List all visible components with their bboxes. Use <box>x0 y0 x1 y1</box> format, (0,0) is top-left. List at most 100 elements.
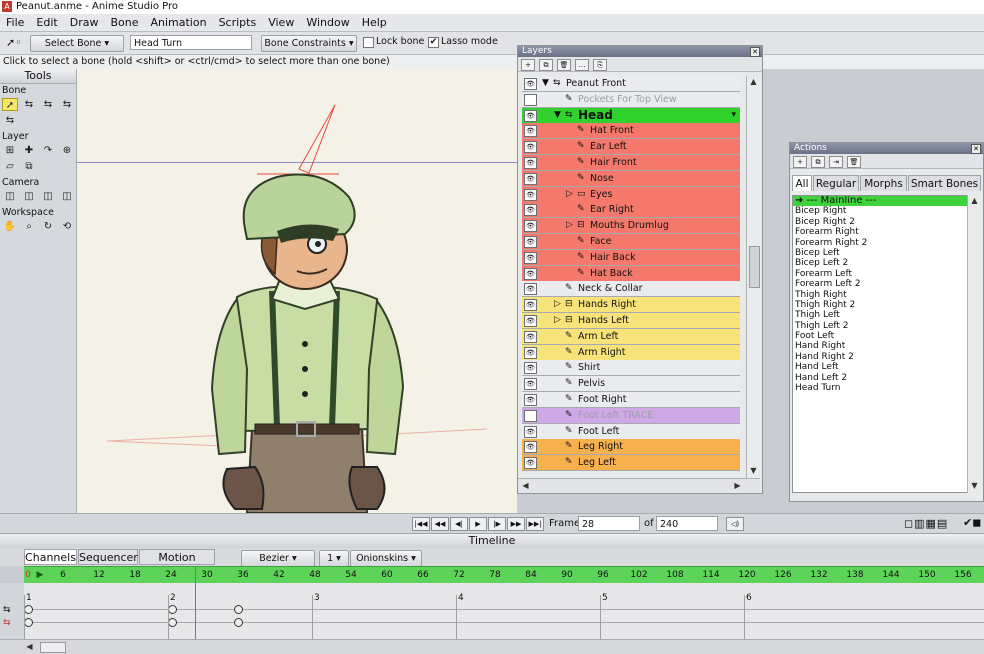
total-frames-field[interactable]: 240 <box>656 516 718 531</box>
eye-visibility-icon[interactable]: 👁 <box>524 236 537 248</box>
layer-row[interactable]: 👁 ✎ Leg Right <box>522 439 740 456</box>
rotate-workspace-icon[interactable]: ↻ <box>40 220 56 233</box>
eye-visibility-icon[interactable]: 👁 <box>524 330 537 343</box>
current-frame-marker[interactable] <box>195 566 196 639</box>
action-item[interactable]: Forearm Left 2 <box>793 279 967 289</box>
timeline-hscrollbar[interactable]: ◀ <box>0 639 984 654</box>
scroll-down-icon[interactable]: ▼ <box>748 465 759 476</box>
mode-select-dropdown[interactable]: Select Bone ▾ <box>30 35 124 52</box>
switch-layer-icon[interactable]: ⊕ <box>59 144 75 157</box>
scroll-up-icon[interactable]: ▲ <box>748 76 759 87</box>
new-layer-icon[interactable]: + <box>521 59 535 71</box>
duplicate-action-icon[interactable]: ⧉ <box>811 156 825 168</box>
keyframe[interactable] <box>234 618 243 627</box>
expand-arrow-icon[interactable]: ▷ <box>554 297 561 312</box>
eye-visibility-icon[interactable]: 👁 <box>524 315 537 327</box>
menu-scripts[interactable]: Scripts <box>213 14 263 31</box>
keyframe[interactable] <box>24 618 33 627</box>
zoom-icon[interactable]: ⌕ <box>21 220 37 233</box>
expand-arrow-icon[interactable]: ▷ <box>566 187 573 202</box>
eye-visibility-icon[interactable]: 👁 <box>524 394 537 406</box>
layer-row[interactable]: ✎ Pockets For Top View <box>522 91 740 108</box>
volume-icon[interactable]: ◁) <box>726 517 744 531</box>
scroll-left-icon[interactable]: ◀ <box>520 480 531 491</box>
interp-count-dropdown[interactable]: 1 ▾ <box>319 550 349 567</box>
menu-window[interactable]: Window <box>300 14 355 31</box>
eye-visibility-icon[interactable]: 👁 <box>524 109 537 122</box>
action-item[interactable]: Hand Left <box>793 362 967 372</box>
action-item[interactable]: Thigh Left <box>793 310 967 320</box>
eye-visibility-icon[interactable]: 👁 <box>524 141 537 154</box>
layer-row[interactable]: 👁 ✎ Hat Front <box>522 123 740 140</box>
keyframe[interactable] <box>24 605 33 614</box>
zoom-camera-icon[interactable]: ◫ <box>21 190 37 203</box>
shear-layer-icon[interactable]: ▱ <box>2 160 18 173</box>
tab-channels[interactable]: Channels <box>24 549 77 565</box>
layer-row[interactable]: 👁 ▼ ⇆ Peanut Front <box>522 76 740 92</box>
eye-visibility-icon[interactable]: 👁 <box>524 362 537 375</box>
eye-visibility-icon[interactable]: 👁 <box>524 378 537 391</box>
roll-camera-icon[interactable]: ◫ <box>40 190 56 203</box>
fast-forward-icon[interactable]: ▶▶| <box>526 517 544 531</box>
layers-hscrollbar[interactable]: ◀ ▶ <box>518 478 760 492</box>
keyframe[interactable] <box>234 605 243 614</box>
transform-layer-icon[interactable]: ⊞ <box>2 144 18 157</box>
set-origin-icon[interactable]: ✚ <box>21 144 37 157</box>
tab-morphs[interactable]: Morphs <box>860 175 907 191</box>
layer-row[interactable]: 👁 ✎ Hair Back <box>522 249 740 266</box>
reparent-bone-icon[interactable]: ⇆ <box>59 98 75 111</box>
action-item[interactable]: Bicep Left 2 <box>793 258 967 268</box>
eye-visibility-icon[interactable] <box>524 409 537 422</box>
layer-row[interactable]: 👁 ▷ ▭ Eyes <box>522 186 740 203</box>
action-item[interactable]: Thigh Left 2 <box>793 321 967 331</box>
scroll-left-icon[interactable]: ◀ <box>24 641 35 652</box>
new-action-icon[interactable]: + <box>793 156 807 168</box>
action-item[interactable]: Bicep Left <box>793 248 967 258</box>
rewind-icon[interactable]: |◀◀ <box>412 517 430 531</box>
lasso-mode-checkbox[interactable]: ✔ <box>428 37 439 48</box>
layer-row[interactable]: 👁 ▷ ⊟ Hands Right <box>522 297 740 314</box>
eye-visibility-icon[interactable]: 👁 <box>524 346 537 359</box>
scroll-thumb[interactable] <box>40 642 66 653</box>
step-back-icon[interactable]: ◀| <box>450 517 468 531</box>
layer-row[interactable]: 👁 ✎ Arm Left <box>522 328 740 345</box>
orbit-workspace-icon[interactable]: ⟲ <box>59 220 75 233</box>
tab-regular[interactable]: Regular <box>813 175 859 191</box>
chevron-down-icon[interactable]: ▾ <box>731 108 736 123</box>
scroll-thumb[interactable] <box>749 246 760 288</box>
layer-row[interactable]: ✎ Foot Left TRACE <box>522 407 740 424</box>
layer-row[interactable]: 👁 ✎ Foot Right <box>522 392 740 408</box>
layer-row[interactable]: 👁 ✎ Hair Front <box>522 155 740 171</box>
action-item[interactable]: Foot Left <box>793 331 967 341</box>
eye-visibility-icon[interactable]: 👁 <box>524 425 537 438</box>
actions-scrollbar[interactable]: ▲ ▼ <box>967 195 981 493</box>
menu-edit[interactable]: Edit <box>30 14 63 31</box>
action-item[interactable]: Forearm Right 2 <box>793 238 967 248</box>
menu-bone[interactable]: Bone <box>104 14 144 31</box>
eye-visibility-icon[interactable]: 👁 <box>524 157 537 169</box>
track-camera-icon[interactable]: ◫ <box>2 190 18 203</box>
action-item[interactable]: Forearm Right <box>793 227 967 237</box>
keyframe[interactable] <box>168 618 177 627</box>
eye-visibility-icon[interactable]: 👁 <box>524 204 537 217</box>
step-forward-icon[interactable]: |▶ <box>488 517 506 531</box>
checkmark-icon[interactable]: ✔◼ <box>963 516 981 529</box>
layer-row[interactable]: 👁 ✎ Arm Right <box>522 344 740 361</box>
scroll-down-icon[interactable]: ▼ <box>969 480 980 491</box>
eye-visibility-icon[interactable]: 👁 <box>524 299 537 312</box>
rotate-layer-icon[interactable]: ↷ <box>40 144 56 157</box>
expand-arrow-icon[interactable]: ▼ <box>554 108 561 123</box>
action-item[interactable]: Hand Right 2 <box>793 352 967 362</box>
menu-view[interactable]: View <box>262 14 300 31</box>
action-item[interactable]: Thigh Right 2 <box>793 300 967 310</box>
keyframe[interactable] <box>168 605 177 614</box>
eye-visibility-icon[interactable]: 👁 <box>524 125 537 138</box>
eye-visibility-icon[interactable]: 👁 <box>524 220 537 233</box>
layer-row[interactable]: 👁 ✎ Foot Left <box>522 423 740 440</box>
expand-arrow-icon[interactable]: ▷ <box>566 218 573 233</box>
tab-motion-graph[interactable]: Motion Graph <box>139 549 215 580</box>
play-icon[interactable]: ▶ <box>469 517 487 531</box>
eye-visibility-icon[interactable]: 👁 <box>524 283 537 296</box>
add-bone-icon[interactable]: ⇆ <box>40 98 56 111</box>
tab-smart-bones[interactable]: Smart Bones <box>908 175 981 191</box>
